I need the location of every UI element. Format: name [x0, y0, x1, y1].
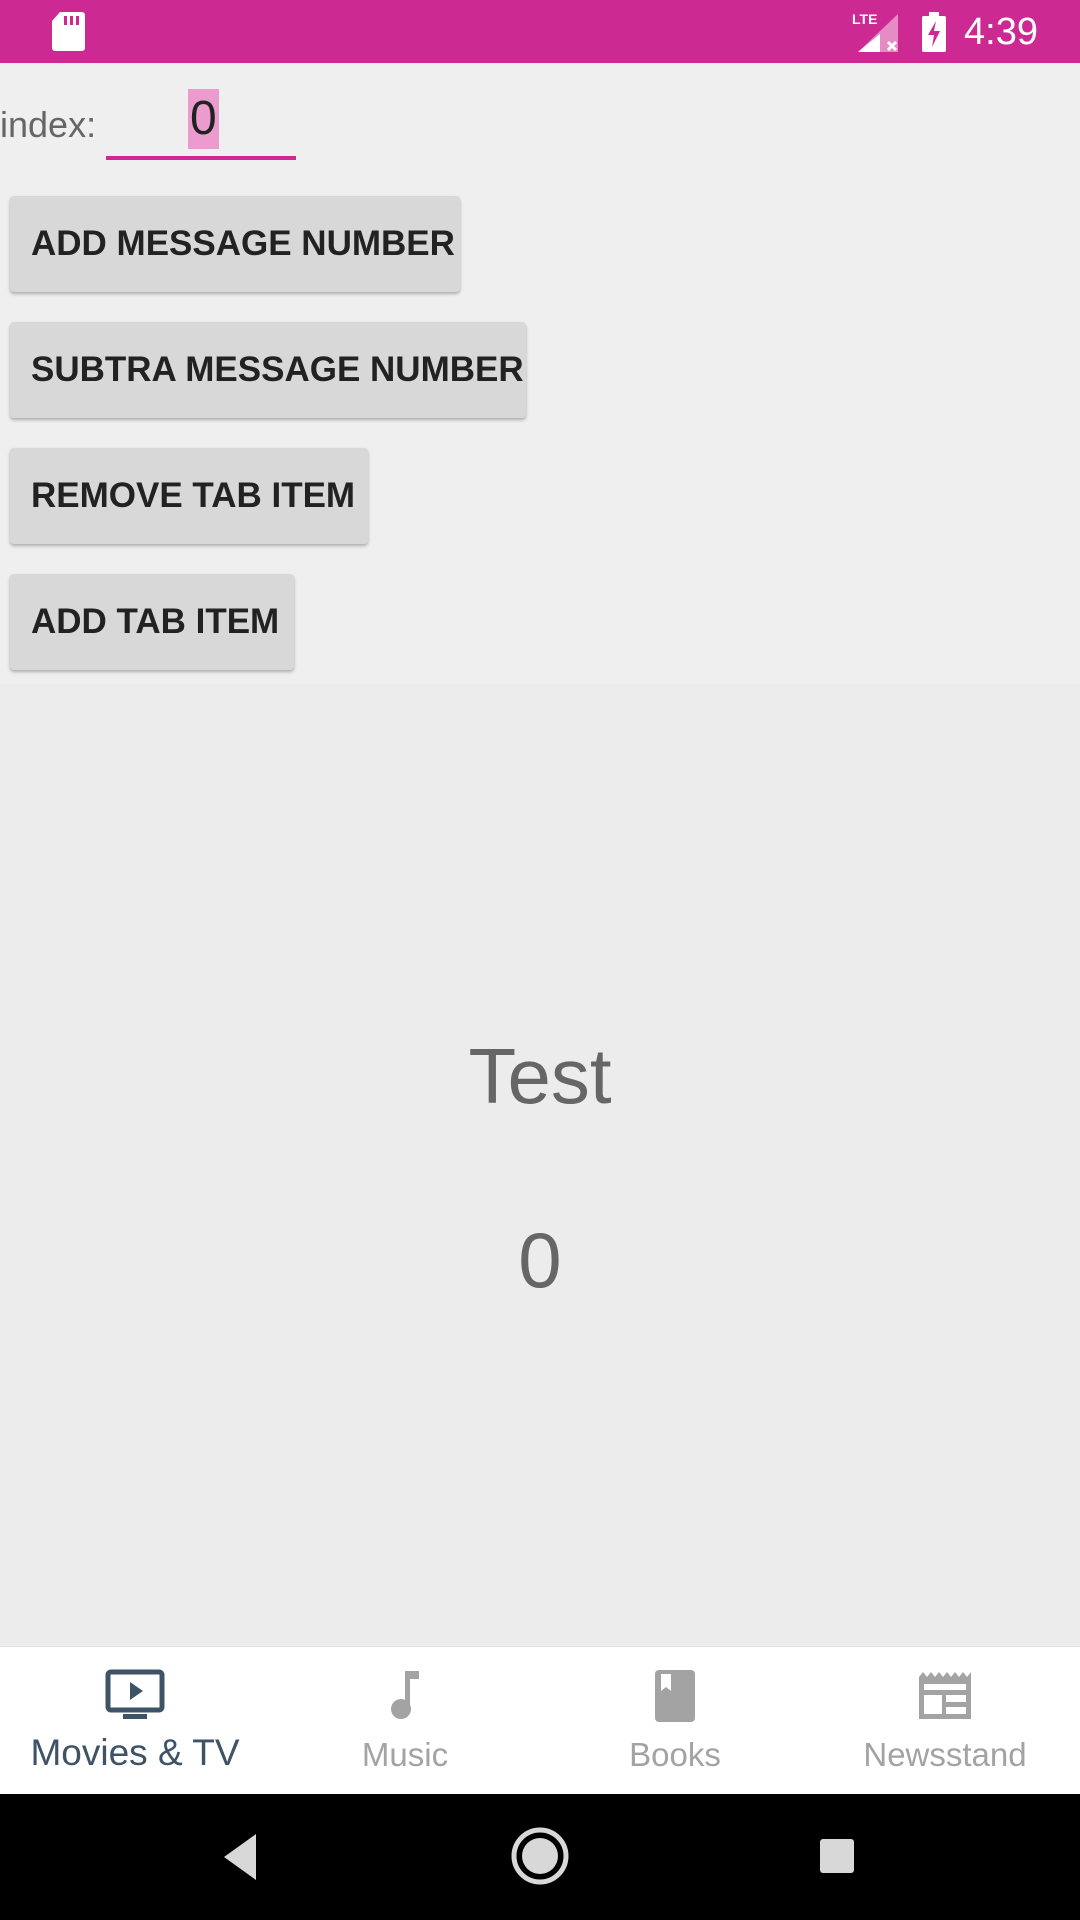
music-note-icon: [391, 1671, 419, 1719]
tab-books[interactable]: Books: [540, 1647, 810, 1795]
book-icon: [655, 1670, 695, 1722]
lte-signal-icon: LTE: [852, 11, 898, 52]
index-input-value: 0: [188, 89, 219, 149]
tab-label-movies-tv: Movies & TV: [30, 1732, 240, 1773]
content-title: Test: [468, 1032, 612, 1120]
tab-music[interactable]: Music: [270, 1647, 540, 1795]
add-tab-item-button[interactable]: ADD TAB ITEM: [10, 574, 294, 670]
tab-movies-tv[interactable]: Movies & TV: [0, 1647, 270, 1795]
status-bar: LTE 4:39: [0, 0, 1080, 63]
subtract-message-number-button[interactable]: SUBTRA MESSAGE NUMBER: [10, 322, 526, 418]
content-panel: [0, 684, 1080, 1645]
tab-newsstand[interactable]: Newsstand: [810, 1647, 1080, 1795]
sd-card-icon: [52, 12, 85, 51]
bottom-navigation: Movies & TV Music Books Newsstand: [0, 1646, 1080, 1795]
tv-play-icon: [105, 1669, 165, 1719]
home-icon[interactable]: [510, 1826, 570, 1886]
svg-text:LTE: LTE: [852, 11, 877, 27]
newspaper-icon: [919, 1672, 971, 1719]
index-input[interactable]: 0: [106, 86, 296, 160]
message-count: 0: [518, 1216, 562, 1304]
recents-icon[interactable]: [819, 1838, 855, 1874]
tab-label-newsstand: Newsstand: [863, 1736, 1027, 1773]
index-label: index:: [0, 104, 97, 145]
remove-tab-item-button[interactable]: REMOVE TAB ITEM: [10, 448, 368, 544]
back-icon[interactable]: [222, 1832, 258, 1882]
battery-charging-icon: [922, 12, 946, 52]
system-navigation-bar: [0, 1794, 1080, 1920]
tab-label-music: Music: [361, 1736, 449, 1773]
status-clock: 4:39: [964, 11, 1038, 53]
tab-label-books: Books: [629, 1736, 721, 1773]
add-message-number-button[interactable]: ADD MESSAGE NUMBER: [10, 196, 460, 292]
